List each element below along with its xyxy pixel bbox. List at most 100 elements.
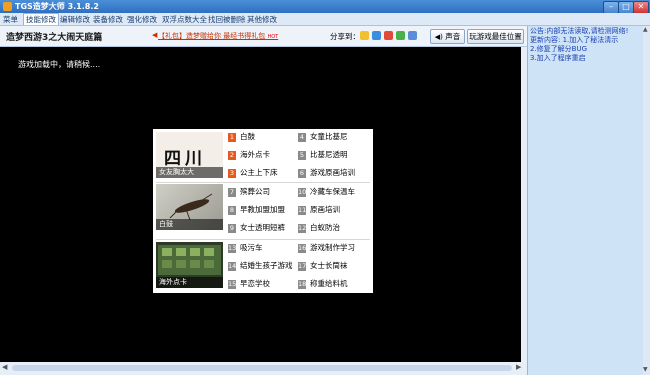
item-label: 女士长筒袜: [310, 261, 348, 270]
thumbnail-caption: 女友胸太大: [156, 167, 223, 178]
tencent-weibo-icon[interactable]: [384, 31, 393, 40]
list-item[interactable]: 7 殡葬公司: [228, 187, 270, 197]
list-item[interactable]: 16 游戏制作学习: [298, 243, 355, 253]
scroll-left-icon[interactable]: ◀: [2, 363, 7, 371]
loading-text: 游戏加载中，请稍候....: [18, 60, 101, 69]
sound-icon: ◀): [434, 33, 443, 41]
item-number: 5: [298, 151, 306, 160]
menu-item-recover[interactable]: 找回被删除: [208, 14, 246, 25]
list-item[interactable]: 14 结婚生孩子游戏: [228, 261, 293, 271]
ad-thumbnail-2[interactable]: 白鼓: [156, 184, 223, 230]
item-label: 比基尼透明: [310, 150, 348, 159]
scroll-up-icon[interactable]: ▲: [643, 26, 648, 33]
list-item[interactable]: 4 女童比基尼: [298, 132, 348, 142]
item-number: 15: [228, 280, 237, 289]
scroll-thumb[interactable]: [12, 365, 512, 371]
item-label: 早恋学校: [240, 279, 270, 288]
thumbnail-caption: 白鼓: [156, 219, 223, 230]
item-label: 称重给料机: [310, 279, 348, 288]
hot-badge: HOT: [267, 34, 279, 40]
list-item[interactable]: 3 公主上下床: [228, 168, 278, 178]
item-number: 7: [228, 188, 236, 197]
item-number: 6: [298, 169, 306, 178]
item-number: 1: [228, 133, 236, 142]
qzone-icon[interactable]: [360, 31, 369, 40]
menu-bar: 菜单 技能修改 编辑修改 装备修改 强化修改 双浮点数大全 找回被删除 其他修改: [0, 13, 650, 26]
item-number: 2: [228, 151, 236, 160]
game-horizontal-scrollbar[interactable]: ◀ ▶: [0, 362, 527, 375]
item-number: 14: [228, 262, 237, 271]
log-line: 3.加入了程序重启: [530, 54, 586, 62]
item-label: 海外点卡: [240, 150, 270, 159]
menu-item-main[interactable]: 菜单: [3, 14, 18, 25]
item-label: 白鼓: [240, 132, 255, 141]
item-number: 17: [298, 262, 307, 271]
divider: [156, 239, 370, 240]
sound-label: 声音: [445, 32, 461, 41]
game-area[interactable]: 游戏加载中，请稍候.... 四川 女友胸太大 白鼓 海外点卡 1 白鼓 2 海外…: [0, 47, 521, 362]
list-item[interactable]: 9 女士透明短裤: [228, 223, 285, 233]
list-item[interactable]: 8 早教加盟加盟: [228, 205, 285, 215]
log-scrollbar[interactable]: ▲ ▼: [643, 26, 650, 375]
item-label: 女士透明短裤: [240, 223, 285, 232]
list-item[interactable]: 6 游戏原画培训: [298, 168, 355, 178]
douban-icon[interactable]: [408, 31, 417, 40]
item-label: 早教加盟加盟: [240, 205, 285, 214]
menu-item-skills[interactable]: 技能修改: [23, 13, 59, 25]
list-item[interactable]: 5 比基尼透明: [298, 150, 348, 160]
speaker-icon: ◀: [152, 31, 158, 39]
item-number: 10: [298, 188, 307, 197]
list-item[interactable]: 10 冷藏车保温车: [298, 187, 355, 197]
menu-item-other[interactable]: 其他修改: [247, 14, 277, 25]
item-label: 女童比基尼: [310, 132, 348, 141]
window-title: TGS造梦大师 3.1.8.2: [15, 2, 99, 11]
promo-link[interactable]: 【礼包】造梦赠给你 最经书得礼包 HOT: [158, 31, 278, 41]
list-item[interactable]: 15 早恋学校: [228, 279, 270, 289]
item-label: 原画培训: [310, 205, 340, 214]
sound-button[interactable]: ◀) 声音: [430, 29, 465, 44]
item-number: 4: [298, 133, 306, 142]
game-title: 造梦西游3之大闹天庭篇: [6, 33, 103, 43]
share-label: 分享到：: [330, 32, 360, 41]
list-item[interactable]: 13 吸污车: [228, 243, 263, 253]
menu-item-edit[interactable]: 编辑修改: [60, 14, 90, 25]
toolbar: 造梦西游3之大闹天庭篇 ◀ 【礼包】造梦赠给你 最经书得礼包 HOT 分享到： …: [0, 26, 527, 47]
promo-text: 【礼包】造梦赠给你 最经书得礼包: [158, 32, 266, 40]
item-number: 9: [228, 224, 236, 233]
item-number: 8: [228, 206, 236, 215]
menu-item-equipment[interactable]: 装备修改: [93, 14, 123, 25]
item-label: 殡葬公司: [240, 187, 270, 196]
title-bar: TGS造梦大师 3.1.8.2 – □ ✕: [0, 0, 650, 14]
ad-panel: 四川 女友胸太大 白鼓 海外点卡 1 白鼓 2 海外点卡 3 公主上下床 7 殡…: [153, 129, 373, 293]
menu-item-enhance[interactable]: 强化修改: [127, 14, 157, 25]
divider: [156, 182, 370, 183]
list-item[interactable]: 11 原画培训: [298, 205, 340, 215]
weibo-icon[interactable]: [372, 31, 381, 40]
item-number: 18: [298, 280, 307, 289]
item-number: 13: [228, 244, 237, 253]
scroll-right-icon[interactable]: ▶: [516, 363, 521, 371]
ad-thumbnail-3[interactable]: 海外点卡: [156, 242, 223, 288]
list-item[interactable]: 18 称重给料机: [298, 279, 348, 289]
item-number: 3: [228, 169, 236, 178]
best-position-button[interactable]: 玩游戏最佳位置: [467, 29, 524, 44]
renren-icon[interactable]: [396, 31, 405, 40]
item-label: 吸污车: [240, 243, 263, 252]
log-panel: 公告:内部无法读取,请检测网络! 更新内容: 1.加入了秘法清示 2.修复了解分…: [527, 26, 650, 375]
item-label: 结婚生孩子游戏: [240, 261, 293, 270]
app-icon: [3, 2, 12, 11]
list-item[interactable]: 1 白鼓: [228, 132, 255, 142]
list-item[interactable]: 17 女士长筒袜: [298, 261, 348, 271]
thumbnail-art-text: 四川: [164, 149, 206, 169]
item-label: 白蚁防治: [310, 223, 340, 232]
menu-item-float-values[interactable]: 双浮点数大全: [162, 14, 207, 25]
thumbnail-caption: 海外点卡: [156, 277, 223, 288]
item-label: 冷藏车保温车: [310, 187, 355, 196]
item-number: 12: [298, 224, 307, 233]
ad-thumbnail-1[interactable]: 四川 女友胸太大: [156, 132, 223, 178]
scroll-down-icon[interactable]: ▼: [643, 366, 648, 373]
item-number: 16: [298, 244, 307, 253]
item-label: 公主上下床: [240, 168, 278, 177]
list-item[interactable]: 12 白蚁防治: [298, 223, 340, 233]
list-item[interactable]: 2 海外点卡: [228, 150, 270, 160]
